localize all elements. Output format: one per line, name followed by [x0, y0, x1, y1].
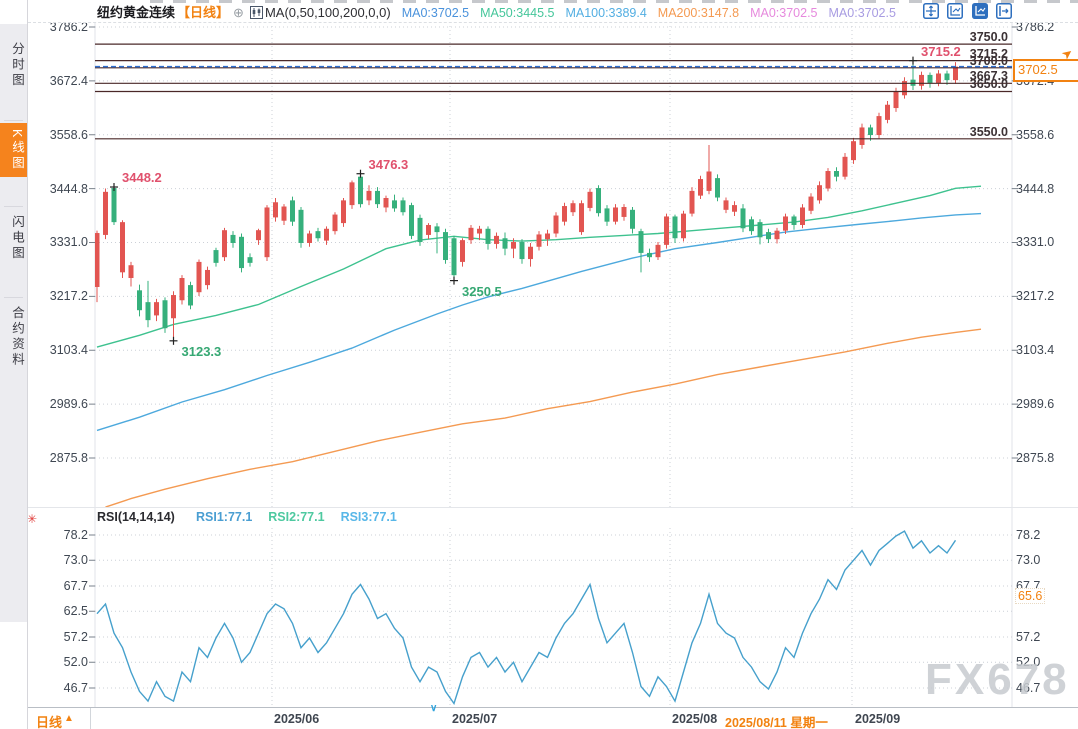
axis-scale-right-icon[interactable]: [972, 3, 988, 19]
marker-icon: ∨: [430, 703, 437, 714]
ma-value: MA100:3389.4: [565, 6, 646, 20]
collapse-panel-icon[interactable]: [996, 3, 1012, 19]
pan-icon[interactable]: [923, 3, 939, 19]
chart-canvas[interactable]: [0, 0, 1078, 729]
rsi-value: RSI3:77.1: [341, 510, 397, 524]
time-axis: 日线 ▲ 2025/06 2025/07 2025/08 2025/08/11 星期一…: [0, 707, 1078, 729]
watermark: FX678: [925, 655, 1070, 705]
date-tick-label: 2025/09: [855, 712, 900, 726]
date-tick-label: 2025/07: [452, 712, 497, 726]
rsi-label: RSI(14,14,14): [97, 510, 175, 524]
divider: [90, 708, 91, 729]
chart-application: 分时图 K线图闪电图合约资料 纽约黄金连续【日线】 ⊕ MA(0,50,100,200…: [0, 0, 1078, 729]
ma-value: MA0:3702.5: [402, 6, 469, 20]
sidebar-item-2[interactable]: 闪电图: [0, 209, 27, 268]
timeframe-up-icon[interactable]: ▲: [64, 713, 74, 724]
ma-legend: MA0:3702.5 MA50:3445.5 MA100:3389.4 MA200:3…: [391, 5, 896, 20]
rsi-header: ✳ RSI(14,14,14) RSI1:77.1 RSI2:77.1 RSI3:7…: [0, 508, 1078, 528]
last-price-value: 3702.5: [1018, 62, 1058, 77]
rsi-value: RSI2:77.1: [268, 510, 324, 524]
timeframe-label[interactable]: 日线: [36, 712, 62, 729]
ma-value: MA0:3702.5: [750, 6, 817, 20]
indicator-icon: [250, 6, 263, 22]
sidebar-divider: [4, 297, 23, 298]
sidebar: 分时图 K线图闪电图合约资料: [0, 0, 28, 729]
date-tick-label: 2025/06: [274, 712, 319, 726]
sidebar-divider: [4, 120, 23, 121]
ma-summary: MA(0,50,100,200,0,0): [265, 5, 391, 20]
rsi-legend: RSI1:77.1 RSI2:77.1 RSI3:77.1: [196, 510, 413, 524]
sidebar-item-0[interactable]: 分时图: [0, 36, 27, 95]
rsi-value: RSI1:77.1: [196, 510, 252, 524]
ma-value: MA50:3445.5: [480, 6, 554, 20]
selected-date-label: 2025/08/11 星期一: [725, 712, 828, 729]
rsi-settings-icon[interactable]: ✳: [27, 512, 37, 526]
sidebar-divider: [4, 206, 23, 207]
instrument-title: 纽约黄金连续: [97, 5, 175, 20]
date-tick-label: 2025/08: [672, 712, 717, 726]
sidebar-item-1[interactable]: K线图: [0, 123, 27, 177]
add-indicator-icon[interactable]: ⊕: [233, 5, 244, 20]
period-tag[interactable]: 【日线】: [177, 5, 229, 20]
sidebar-item-3[interactable]: 合约资料: [0, 300, 27, 374]
ma-value: MA200:3147.8: [658, 6, 739, 20]
chart-tool-buttons: [919, 3, 1012, 21]
ma-value: MA0:3702.5: [829, 6, 896, 20]
axis-scale-left-icon[interactable]: [947, 3, 963, 19]
